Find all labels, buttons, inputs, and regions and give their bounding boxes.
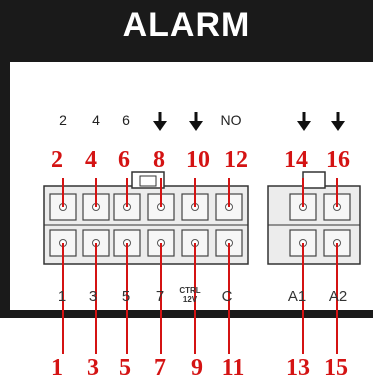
top-label-2: 2	[59, 112, 67, 128]
pin-number-13: 13	[286, 355, 310, 381]
pin-number-5: 5	[119, 355, 131, 381]
pin-number-7: 7	[154, 355, 166, 381]
top-label-no: NO	[220, 112, 242, 128]
pin-number-2: 2	[51, 147, 63, 173]
leader-extensions	[62, 318, 338, 354]
ctrl-12v-label: CTRL 12V	[179, 286, 200, 304]
top-label-4: 4	[92, 112, 100, 128]
pin-number-4: 4	[85, 147, 97, 173]
pin-number-9: 9	[191, 355, 203, 381]
pin-number-10: 10	[186, 147, 210, 173]
bottom-label-3: 3	[88, 288, 98, 305]
pin-number-1: 1	[51, 355, 63, 381]
pin-number-6: 6	[118, 147, 130, 173]
top-label-6: 6	[122, 112, 130, 128]
panel-title: ALARM	[122, 6, 251, 44]
bottom-label-a2: A2	[328, 288, 348, 305]
bottom-label-1: 1	[57, 288, 67, 305]
ctrl-label: CTRL	[179, 286, 201, 295]
bottom-label-c: C	[221, 288, 233, 305]
pin-number-14: 14	[284, 147, 308, 173]
bottom-label-5: 5	[121, 288, 131, 305]
pin-number-16: 16	[326, 147, 350, 173]
pin-number-12: 12	[224, 147, 248, 173]
pin-number-8: 8	[153, 147, 165, 173]
pin-number-11: 11	[221, 355, 245, 381]
pin-number-15: 15	[324, 355, 348, 381]
pin-number-3: 3	[87, 355, 99, 381]
bottom-label-a1: A1	[287, 288, 307, 305]
bottom-label-7: 7	[155, 288, 165, 305]
ctrl-voltage-label: 12V	[182, 295, 198, 304]
